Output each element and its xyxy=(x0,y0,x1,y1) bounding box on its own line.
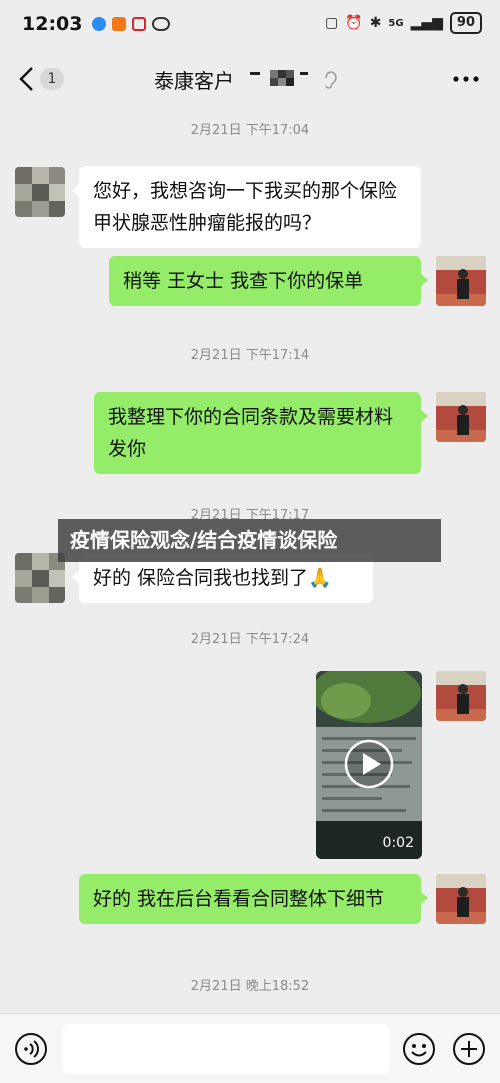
video-message[interactable]: 0:02 xyxy=(316,671,422,859)
vibrate-icon: ✱ xyxy=(369,15,382,31)
agent-photo xyxy=(436,874,486,924)
plus-icon[interactable] xyxy=(452,1032,486,1066)
alarm-icon: ⏰ xyxy=(345,15,363,31)
agent-photo xyxy=(436,392,486,442)
status-time: 12:03 xyxy=(22,13,83,35)
more-icon[interactable] xyxy=(452,74,480,84)
eye-icon xyxy=(152,17,171,31)
status-right: ▢ ⏰ ✱ 5G ▂▄▆ 90 xyxy=(325,12,482,34)
chat-title: 泰康客户 xyxy=(154,69,234,93)
agent-avatar[interactable] xyxy=(436,392,486,442)
status-app-icon-2 xyxy=(112,17,127,31)
agent-photo xyxy=(436,671,486,721)
customer-avatar[interactable] xyxy=(15,167,65,217)
mosaic-avatar-image xyxy=(15,167,65,217)
ear-icon xyxy=(325,71,337,89)
message-timestamp: 2月21日 下午17:24 xyxy=(190,632,310,647)
chat-header: 1 泰康客户 xyxy=(0,48,500,110)
sent-message-bubble[interactable]: 好的 我在后台看看合同整体下细节 xyxy=(79,874,428,924)
play-icon[interactable] xyxy=(344,739,394,789)
unread-count-badge[interactable]: 1 xyxy=(40,68,64,90)
input-bar xyxy=(0,1013,500,1083)
message-input[interactable] xyxy=(62,1024,390,1074)
message-timestamp: 2月21日 下午17:14 xyxy=(190,348,310,363)
battery-indicator: 90 xyxy=(449,12,482,34)
message-timestamp: 2月21日 下午17:04 xyxy=(190,123,310,138)
back-icon[interactable] xyxy=(16,64,38,94)
message-timestamp: 2月21日 晚上18:52 xyxy=(190,979,310,994)
nfc-icon: ▢ xyxy=(325,15,339,31)
emoji-icon[interactable] xyxy=(402,1032,436,1066)
status-app-icon-1 xyxy=(92,17,107,31)
title-mosaic xyxy=(250,70,308,86)
agent-avatar[interactable] xyxy=(436,671,486,721)
sent-message-bubble[interactable]: 我整理下你的合同条款及需要材料 发你 xyxy=(94,392,428,474)
agent-avatar[interactable] xyxy=(436,874,486,924)
video-duration: 0:02 xyxy=(382,835,414,851)
sent-message-bubble[interactable]: 稍等 王女士 我查下你的保单 xyxy=(109,256,428,306)
agent-photo xyxy=(436,256,486,306)
signal-icon: ▂▄▆ xyxy=(410,15,443,31)
status-bar: 12:03 ▢ ⏰ ✱ 5G ▂▄▆ 90 xyxy=(0,0,500,48)
agent-avatar[interactable] xyxy=(436,256,486,306)
voice-icon[interactable] xyxy=(14,1032,48,1066)
topic-banner: 疫情保险观念/结合疫情谈保险 xyxy=(58,519,441,562)
received-message-bubble[interactable]: 您好，我想咨询一下我买的那个保险甲状腺恶性肿瘤能报的吗？ xyxy=(72,166,421,248)
status-app-icon-3 xyxy=(132,17,147,31)
network-label: 5G xyxy=(388,17,404,29)
